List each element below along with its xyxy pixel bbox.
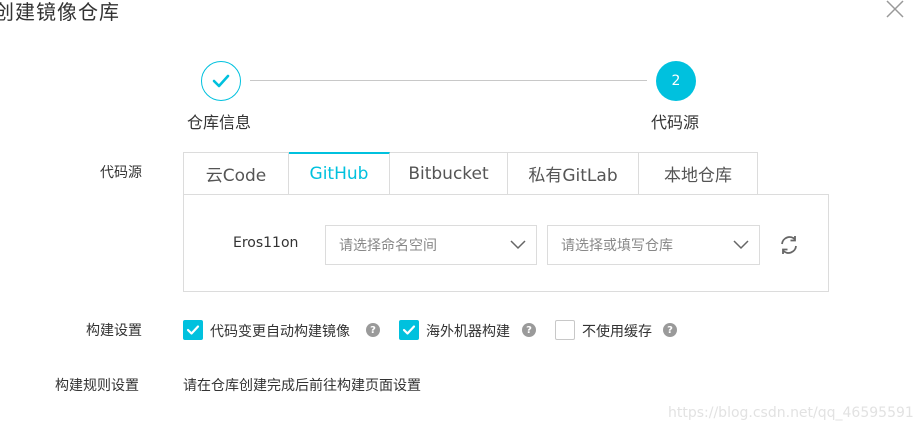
build-settings-label: 构建设置 xyxy=(86,323,142,339)
help-icon[interactable]: ? xyxy=(366,323,380,337)
check-icon xyxy=(212,74,230,88)
namespace-placeholder: 请选择命名空间 xyxy=(339,238,437,254)
overseas-build-checkbox[interactable] xyxy=(399,320,419,340)
build-rules-label: 构建规则设置 xyxy=(55,378,139,394)
tab-yuncode[interactable]: 云Code xyxy=(183,152,289,195)
tab-bitbucket[interactable]: Bitbucket xyxy=(390,152,508,195)
overseas-build-label: 海外机器构建 xyxy=(426,324,510,340)
step-connector xyxy=(250,80,647,81)
auto-build-label: 代码变更自动构建镜像 xyxy=(210,324,350,340)
tab-github[interactable]: GitHub xyxy=(289,152,390,195)
chevron-down-icon xyxy=(510,240,526,250)
no-cache-checkbox[interactable] xyxy=(555,320,575,340)
auto-build-checkbox[interactable] xyxy=(183,320,203,340)
no-cache-label: 不使用缓存 xyxy=(582,324,652,340)
chevron-down-icon xyxy=(733,240,749,250)
tab-private-gitlab[interactable]: 私有GitLab xyxy=(508,152,639,195)
repo-select[interactable]: 请选择或填写仓库 xyxy=(547,225,760,265)
tab-local-repo[interactable]: 本地仓库 xyxy=(639,152,758,195)
account-name: Eros11on xyxy=(233,235,299,251)
step-2-label: 代码源 xyxy=(651,113,700,132)
close-icon[interactable] xyxy=(884,0,906,20)
step-1-label: 仓库信息 xyxy=(187,113,252,132)
check-icon xyxy=(186,325,200,335)
refresh-icon[interactable] xyxy=(777,233,801,257)
source-tabs: 云Code GitHub Bitbucket 私有GitLab 本地仓库 xyxy=(183,152,758,195)
repo-placeholder: 请选择或填写仓库 xyxy=(561,238,673,254)
step-1-circle xyxy=(201,61,241,101)
check-icon xyxy=(402,325,416,335)
watermark: https://blog.csdn.net/qq_46595591 xyxy=(668,405,914,421)
help-icon[interactable]: ? xyxy=(522,323,536,337)
namespace-select[interactable]: 请选择命名空间 xyxy=(325,225,537,265)
help-icon[interactable]: ? xyxy=(663,323,677,337)
build-rules-text: 请在仓库创建完成后前往构建页面设置 xyxy=(183,378,421,394)
source-label: 代码源 xyxy=(100,165,142,181)
step-2-circle: 2 xyxy=(656,61,696,101)
dialog-title: 创建镜像仓库 xyxy=(0,0,120,24)
